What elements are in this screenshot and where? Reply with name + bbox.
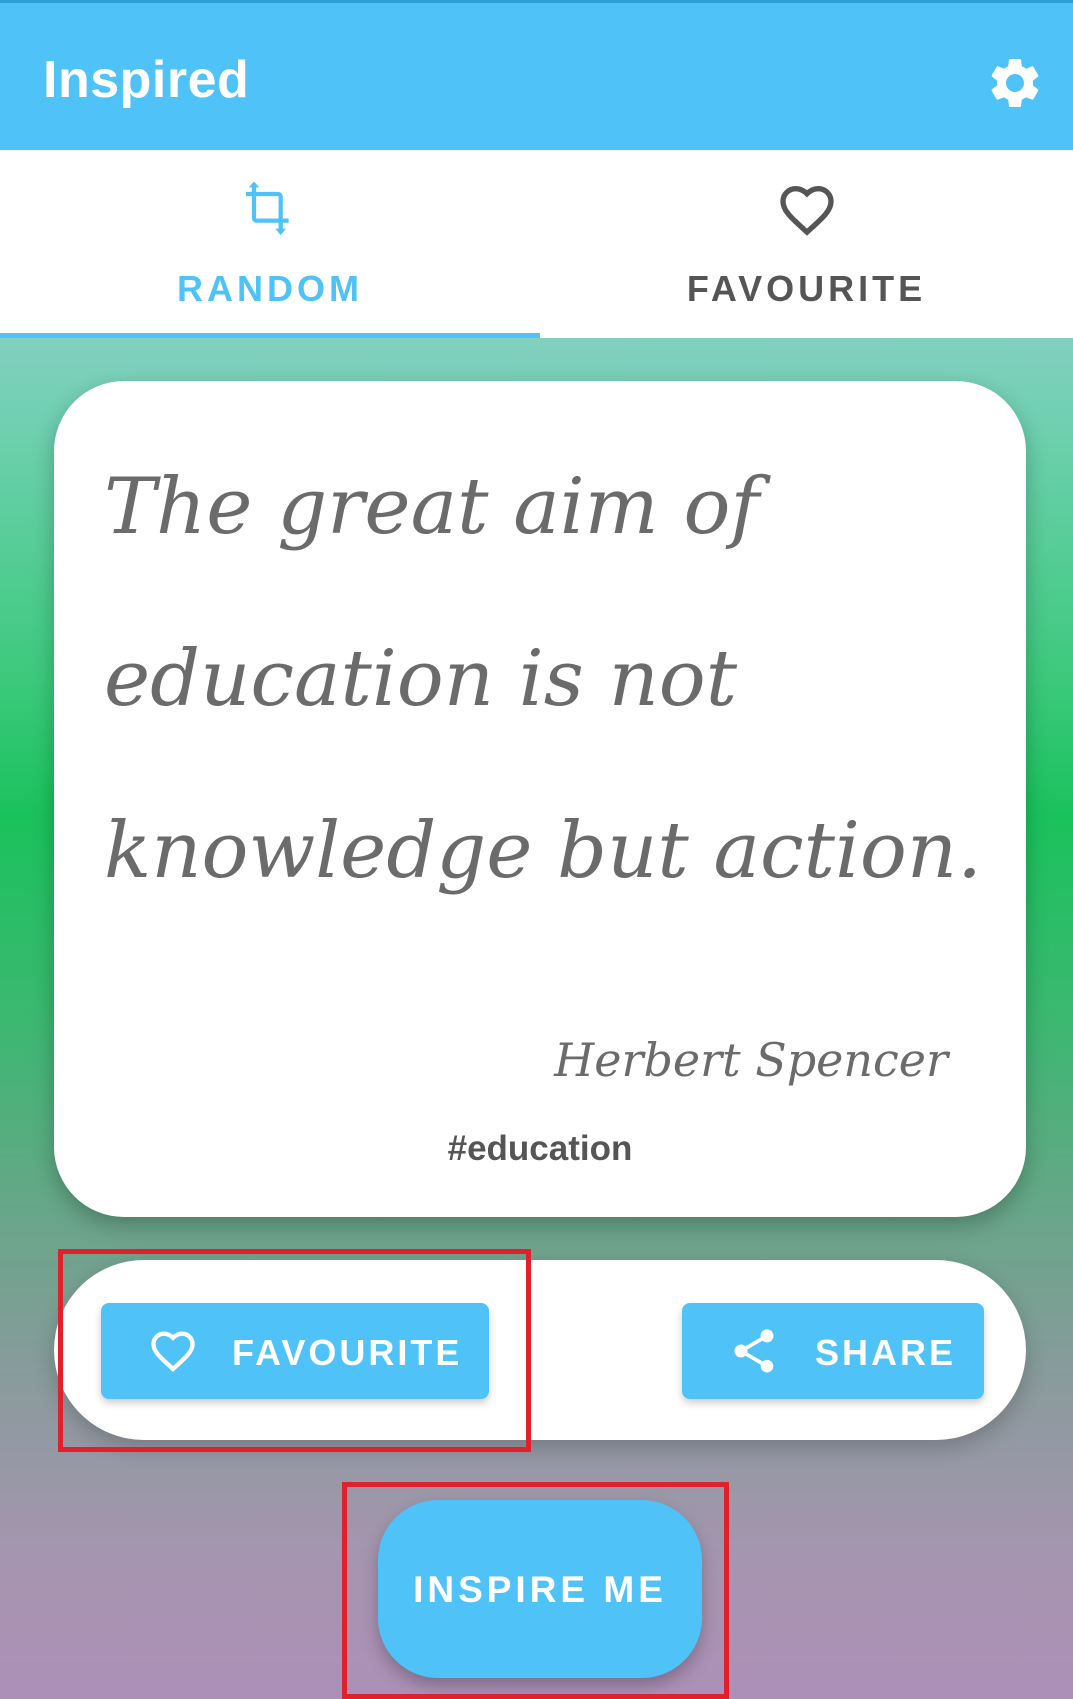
tab-favourite-label: FAVOURITE bbox=[686, 268, 927, 309]
tab-bar: RANDOM FAVOURITE bbox=[0, 150, 1073, 338]
quote-tag[interactable]: #education bbox=[54, 1129, 1026, 1169]
crop-rotate-icon bbox=[246, 181, 289, 236]
quote-card: The great aim of education is not knowle… bbox=[54, 381, 1026, 1217]
gear-icon[interactable] bbox=[985, 53, 1045, 113]
share-icon bbox=[734, 1329, 774, 1373]
share-button-label: SHARE bbox=[815, 1332, 957, 1373]
highlight-box bbox=[58, 1249, 531, 1452]
highlight-box bbox=[342, 1482, 729, 1699]
quote-text: The great aim of education is not knowle… bbox=[104, 462, 982, 896]
app-bar: Inspired bbox=[0, 3, 1073, 150]
heart-outline-icon bbox=[779, 185, 834, 236]
quote-author: Herbert Spencer bbox=[554, 1033, 948, 1087]
app-title: Inspired bbox=[43, 51, 250, 109]
share-button[interactable]: SHARE bbox=[682, 1303, 984, 1399]
tab-random-label: RANDOM bbox=[177, 268, 363, 309]
tab-indicator bbox=[0, 333, 540, 338]
tab-favourite[interactable]: FAVOURITE bbox=[540, 150, 1073, 338]
tab-random[interactable]: RANDOM bbox=[0, 150, 540, 338]
